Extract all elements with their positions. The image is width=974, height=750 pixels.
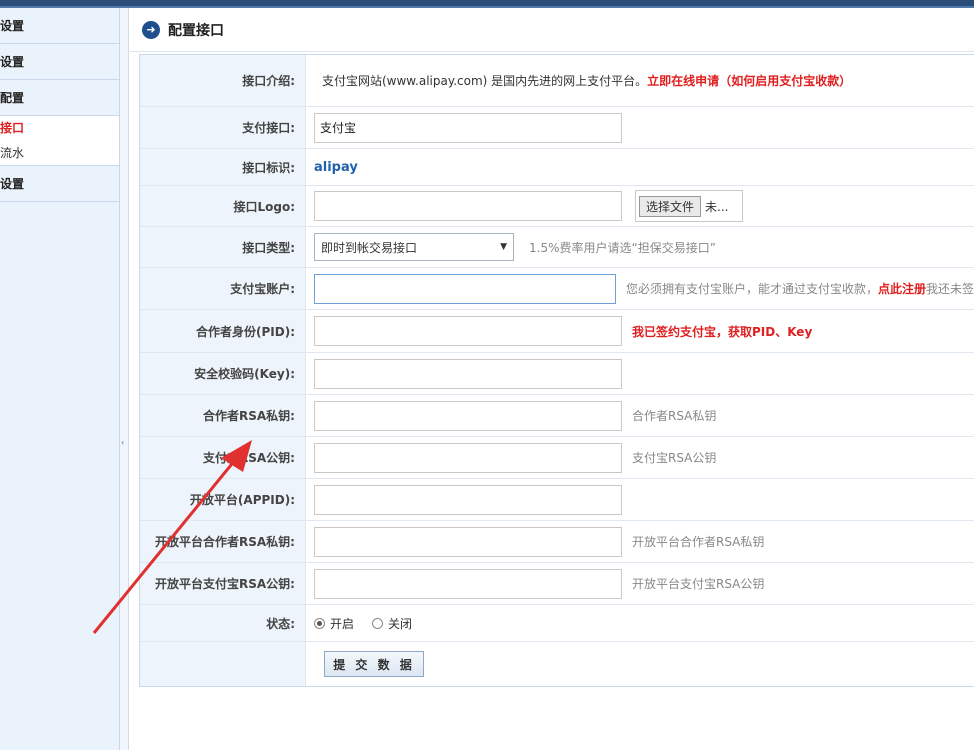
- open-public-label: 开放平台支付宝RSA公钥:: [140, 563, 306, 604]
- rsa-public-input[interactable]: [314, 442, 622, 473]
- status-label: 状态:: [140, 605, 306, 641]
- row-pid: 合作者身份(PID): 我已签约支付宝，获取PID、Key: [140, 310, 974, 353]
- rsa-private-hint: 合作者RSA私钥: [632, 409, 717, 423]
- rsa-public-hint: 支付宝RSA公钥: [632, 451, 717, 465]
- pid-label: 合作者身份(PID):: [140, 310, 306, 352]
- page-header: ➜ 配置接口: [130, 8, 974, 52]
- rsa-private-input[interactable]: [314, 400, 622, 431]
- type-hint: 1.5%费率用户请选“担保交易接口”: [529, 240, 716, 255]
- type-label: 接口类型:: [140, 227, 306, 267]
- account-hint-2: 我还未签: [925, 282, 974, 296]
- submit-button[interactable]: 提 交 数 据: [324, 651, 424, 677]
- file-picker[interactable]: 选择文件 未...: [635, 190, 743, 222]
- id-value: alipay: [314, 159, 358, 175]
- choose-file-button[interactable]: 选择文件: [639, 195, 702, 217]
- how-to-enable-link[interactable]: （如何启用支付宝收款）: [719, 72, 851, 89]
- row-logo: 接口Logo: 选择文件 未...: [140, 186, 974, 227]
- status-on-label[interactable]: 开启: [330, 615, 354, 632]
- rsa-public-label: 支付宝RSA公钥:: [140, 437, 306, 478]
- row-appid: 开放平台(APPID):: [140, 479, 974, 521]
- open-private-hint: 开放平台合作者RSA私钥: [632, 535, 765, 549]
- sidebar-item-flow[interactable]: 流水: [0, 141, 119, 166]
- register-link[interactable]: 点此注册: [878, 280, 926, 297]
- apply-online-link[interactable]: 立即在线申请: [647, 72, 719, 89]
- intro-text: 支付宝网站(www.alipay.com) 是国内先进的网上支付平台。: [322, 74, 648, 88]
- status-off-radio[interactable]: [372, 617, 384, 629]
- arrow-right-circle-icon: ➜: [142, 20, 160, 39]
- intro-value: 支付宝网站(www.alipay.com) 是国内先进的网上支付平台。 立即在线…: [306, 55, 974, 106]
- intro-label: 接口介绍:: [140, 55, 306, 106]
- top-bar: [0, 0, 974, 8]
- type-select[interactable]: 即时到帐交易接口 ▼: [314, 233, 514, 261]
- status-on-radio[interactable]: [314, 617, 325, 629]
- get-pid-key-link[interactable]: 我已签约支付宝，获取PID、Key: [632, 323, 812, 340]
- sidebar-item-config[interactable]: 配置: [0, 80, 119, 116]
- collapse-icon[interactable]: ‹: [121, 438, 124, 447]
- row-rsa-public: 支付宝RSA公钥: 支付宝RSA公钥: [140, 437, 974, 479]
- row-account: 支付宝账户: 您必须拥有支付宝账户，能才通过支付宝收款， 点此注册 我还未签: [140, 268, 974, 310]
- row-name: 支付接口: 支付宝: [140, 107, 974, 149]
- rsa-private-label: 合作者RSA私钥:: [140, 395, 306, 436]
- name-input[interactable]: 支付宝: [314, 112, 622, 143]
- chevron-down-icon: ▼: [500, 242, 507, 252]
- key-input[interactable]: [314, 358, 622, 389]
- appid-label: 开放平台(APPID):: [140, 479, 306, 520]
- type-select-value: 即时到帐交易接口: [321, 240, 418, 255]
- sidebar-splitter[interactable]: ‹: [120, 8, 129, 750]
- page-title: 配置接口: [168, 22, 224, 39]
- logo-input[interactable]: [314, 191, 622, 221]
- pid-input[interactable]: [314, 316, 622, 346]
- row-open-public: 开放平台支付宝RSA公钥: 开放平台支付宝RSA公钥: [140, 563, 974, 605]
- row-type: 接口类型: 即时到帐交易接口 ▼ 1.5%费率用户请选“担保交易接口”: [140, 227, 974, 268]
- account-hint: 您必须拥有支付宝账户，能才通过支付宝收款，: [625, 282, 878, 296]
- row-id: 接口标识: alipay: [140, 149, 974, 186]
- row-intro: 接口介绍: 支付宝网站(www.alipay.com) 是国内先进的网上支付平台…: [140, 55, 974, 107]
- sidebar-item-settings-1[interactable]: 设置: [0, 8, 119, 44]
- account-input[interactable]: [314, 273, 616, 304]
- row-open-private: 开放平台合作者RSA私钥: 开放平台合作者RSA私钥: [140, 521, 974, 563]
- sidebar-item-settings-3[interactable]: 设置: [0, 166, 119, 202]
- file-status: 未...: [705, 199, 729, 214]
- row-submit: 提 交 数 据: [140, 642, 974, 686]
- status-off-label[interactable]: 关闭: [388, 615, 412, 632]
- sidebar: 设置 设置 配置 接口 流水 设置: [0, 8, 120, 750]
- sidebar-submenu: 接口 流水: [0, 116, 119, 166]
- id-label: 接口标识:: [140, 149, 306, 185]
- sidebar-item-interface[interactable]: 接口: [0, 116, 119, 141]
- name-label: 支付接口:: [140, 107, 306, 148]
- row-status: 状态: 开启 关闭: [140, 605, 974, 642]
- account-label: 支付宝账户:: [140, 268, 306, 309]
- open-public-hint: 开放平台支付宝RSA公钥: [632, 577, 765, 591]
- appid-input[interactable]: [314, 484, 622, 515]
- sidebar-item-settings-2[interactable]: 设置: [0, 44, 119, 80]
- open-private-input[interactable]: [314, 526, 622, 557]
- row-key: 安全校验码(Key):: [140, 353, 974, 395]
- logo-label: 接口Logo:: [140, 186, 306, 226]
- row-rsa-private: 合作者RSA私钥: 合作者RSA私钥: [140, 395, 974, 437]
- config-form: 接口介绍: 支付宝网站(www.alipay.com) 是国内先进的网上支付平台…: [139, 54, 974, 687]
- main-content: ➜ 配置接口 接口介绍: 支付宝网站(www.alipay.com) 是国内先进…: [130, 8, 974, 750]
- open-public-input[interactable]: [314, 568, 622, 599]
- key-label: 安全校验码(Key):: [140, 353, 306, 394]
- open-private-label: 开放平台合作者RSA私钥:: [140, 521, 306, 562]
